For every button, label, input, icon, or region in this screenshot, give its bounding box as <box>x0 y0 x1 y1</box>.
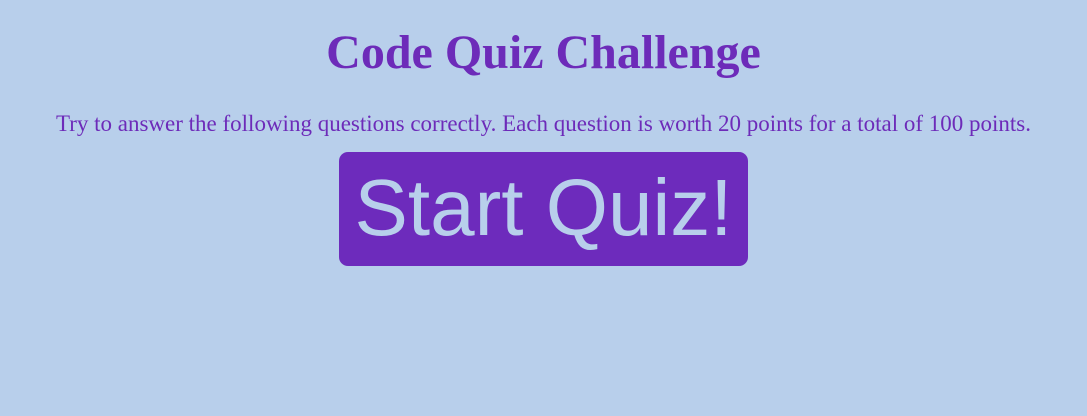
intro-text: Try to answer the following questions co… <box>55 111 1032 136</box>
start-quiz-button[interactable]: Start Quiz! <box>338 152 749 266</box>
quiz-start-page: Code Quiz Challenge Try to answer the fo… <box>0 0 1087 416</box>
page-title: Code Quiz Challenge <box>326 26 761 79</box>
